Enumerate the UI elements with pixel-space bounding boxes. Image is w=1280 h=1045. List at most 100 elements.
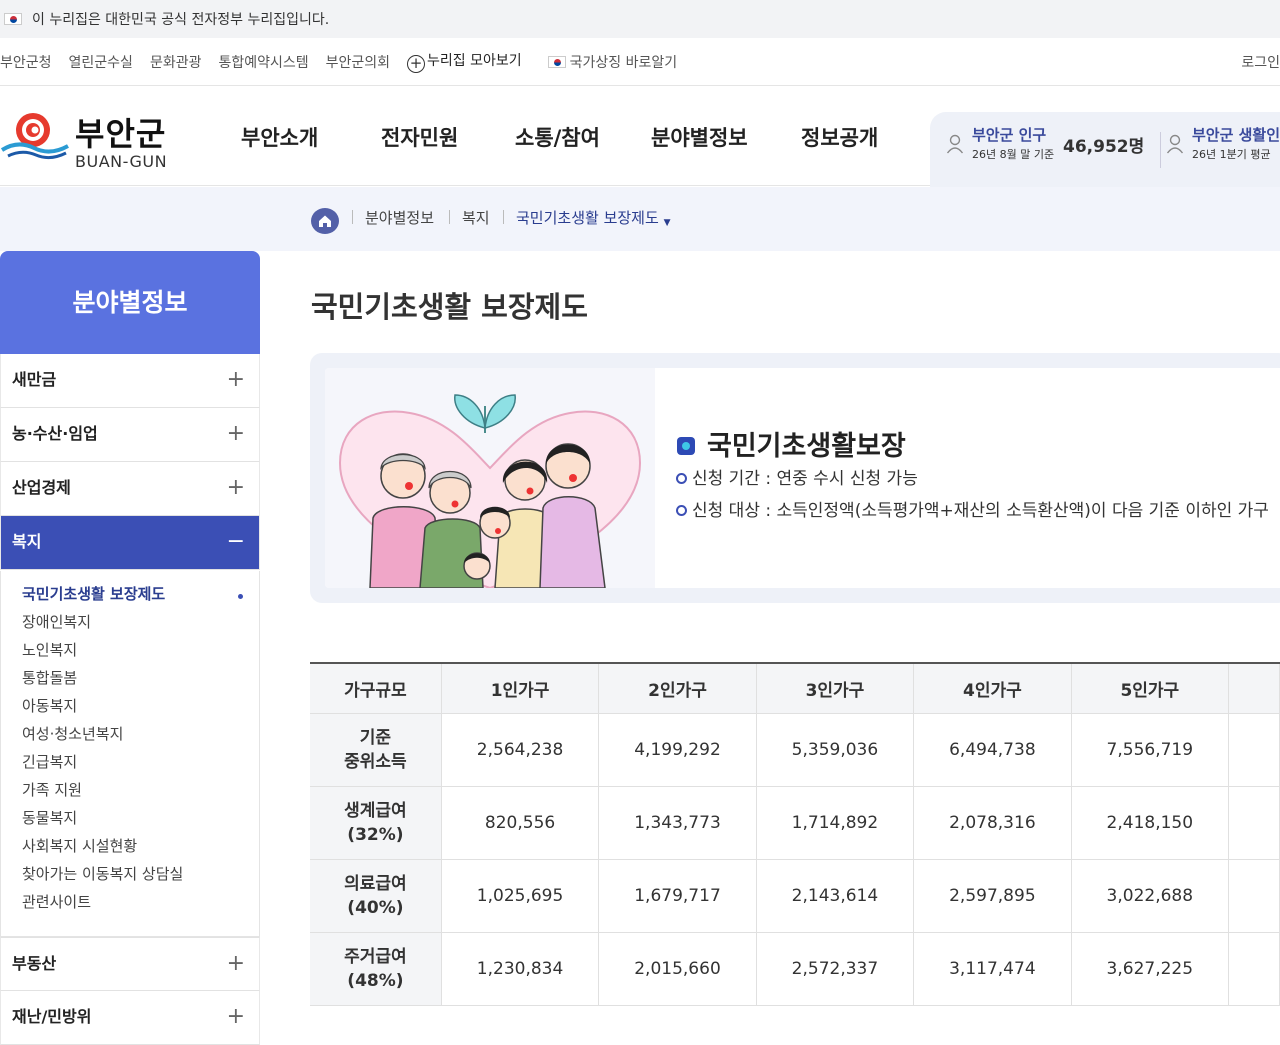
table-cell: 2,572,337 [756,932,915,1006]
gov-banner: 이 누리집은 대한민국 공식 전자정부 누리집입니다. [0,0,1280,38]
population-date: 26년 8월 말 기준 [972,148,1055,161]
row-header: 주거급여 (48%) [310,932,442,1006]
submenu-elderly[interactable]: 노인복지 [1,636,259,664]
breadcrumb-field-info[interactable]: 분야별정보 [365,207,434,228]
submenu-child[interactable]: 아동복지 [1,692,259,720]
breadcrumb-current-label: 국민기초생활 보장제도 [516,209,659,227]
table-cell: 2,418,150 [1071,786,1230,860]
util-link-reservation[interactable]: 통합예약시스템 [218,52,308,72]
plus-icon: + [226,367,245,392]
submenu-related-sites[interactable]: 관련사이트 [1,888,259,916]
breadcrumb-current[interactable]: 국민기초생활 보장제도 ▼ [516,207,670,228]
submenu-basic-livelihood[interactable]: 국민기초생활 보장제도 [1,580,259,608]
gnb-about-buan[interactable]: 부안소개 [241,122,318,152]
row-header-line: 생계급여 [344,800,407,821]
table-cell: 2,597,895 [913,859,1072,933]
page-title: 국민기초생활 보장제도 [311,290,588,324]
person-icon [1166,134,1184,154]
table-cell: 2,143,614 [756,859,915,933]
util-link-county-office[interactable]: 부안군청 [0,52,52,72]
sidebar-item-industry[interactable]: 산업경제 + [0,462,260,516]
submenu-integrated-care[interactable]: 통합돌봄 [1,664,259,692]
breadcrumb: 분야별정보 복지 국민기초생활 보장제도 ▼ [0,187,1280,251]
table-cell: 1,343,773 [598,786,757,860]
table-cell: 7,556,719 [1071,713,1230,787]
table-header-cell: 가구규모 [310,663,442,714]
sidebar-item-label: 새만금 [12,370,57,389]
breadcrumb-welfare[interactable]: 복지 [462,207,490,228]
submenu-mobile-counsel[interactable]: 찾아가는 이동복지 상담실 [1,860,259,888]
table-row: 기준 중위소득 2,564,238 4,199,292 5,359,036 6,4… [310,713,1280,787]
table-cell: 5,359,036 [756,713,915,787]
national-symbol-link[interactable]: 국가상징 바로알기 [547,52,678,72]
gnb-info-disclosure[interactable]: 정보공개 [801,122,878,152]
table-cell: 2,015,660 [598,932,757,1006]
table-row: 생계급여 (32%) 820,556 1,343,773 1,714,892 2,… [310,786,1280,860]
submenu-animal[interactable]: 동물복지 [1,804,259,832]
nuri-collection-label: 누리집 모아보기 [427,53,522,69]
gnb-participation[interactable]: 소통/참여 [515,122,600,152]
logo[interactable]: 부안군 BUAN-GUN [0,102,170,172]
gov-banner-text: 이 누리집은 대한민국 공식 전자정부 누리집입니다. [32,12,330,28]
row-header-line: (32%) [347,824,404,845]
plus-icon: + [226,951,245,976]
home-icon [319,215,331,227]
circle-bullet-icon [676,473,687,484]
row-header: 기준 중위소득 [310,713,442,787]
gnb-field-info[interactable]: 분야별정보 [651,122,748,152]
submenu-women-youth[interactable]: 여성·청소년복지 [1,720,259,748]
util-link-council[interactable]: 부안군의회 [326,52,390,72]
income-criteria-table: 가구규모 1인가구 2인가구 3인가구 4인가구 5인가구 기준 중위소득 2,5… [310,662,1280,1006]
table-header-cell: 2인가구 [598,663,757,714]
table-cell: 2,078,316 [913,786,1072,860]
nuri-collection-link[interactable]: + 누리집 모아보기 [407,50,522,73]
sidebar-item-label: 복지 [12,532,42,551]
sidebar-item-label: 산업경제 [12,478,71,497]
table-cell: 6,494,738 [913,713,1072,787]
table-header-row: 가구규모 1인가구 2인가구 3인가구 4인가구 5인가구 [310,663,1280,714]
buan-emblem-icon [0,113,69,160]
submenu-family[interactable]: 가족 지원 [1,776,259,804]
table-cell: 1,714,892 [756,786,915,860]
login-link[interactable]: 로그인 [1241,52,1280,72]
sidebar-item-agriculture[interactable]: 농·수산·임업 + [0,408,260,462]
util-link-culture-tour[interactable]: 문화관광 [150,52,202,72]
table-cell: 3,627,225 [1071,932,1230,1006]
table-header-cell: 3인가구 [756,663,915,714]
table-cell: 2,564,238 [441,713,600,787]
stats-divider [1160,132,1161,168]
submenu-disability[interactable]: 장애인복지 [1,608,259,636]
sidebar-item-welfare[interactable]: 복지 − [0,516,260,570]
home-button[interactable] [311,208,339,234]
sidebar-item-label: 재난/민방위 [12,1007,92,1026]
sidebar-item-disaster[interactable]: 재난/민방위 + [0,991,260,1045]
table-cell [1228,713,1280,787]
submenu-emergency[interactable]: 긴급복지 [1,748,259,776]
util-link-mayor-office[interactable]: 열린군수실 [69,52,133,72]
plus-icon: + [226,421,245,446]
table-cell: 1,025,695 [441,859,600,933]
person-icon [946,134,964,154]
gnb-e-civil[interactable]: 전자민원 [381,122,458,152]
utility-bar: 부안군청 열린군수실 문화관광 통합예약시스템 부안군의회 + 누리집 모아보기 … [0,38,1280,86]
row-header-line: 의료급여 [344,873,407,894]
korean-flag-icon [4,13,22,25]
table-header-cell: 5인가구 [1071,663,1230,714]
row-header-line: (40%) [347,897,404,918]
row-header-line: (48%) [347,970,404,991]
row-header: 의료급여 (40%) [310,859,442,933]
sidebar-item-label: 농·수산·임업 [12,424,98,443]
table-cell: 1,679,717 [598,859,757,933]
row-header-line: 주거급여 [344,946,407,967]
submenu-facilities[interactable]: 사회복지 시설현황 [1,832,259,860]
row-header: 생계급여 (32%) [310,786,442,860]
table-row: 의료급여 (40%) 1,025,695 1,679,717 2,143,614 … [310,859,1280,933]
national-symbol-label: 국가상징 바로알기 [569,54,678,71]
table-cell: 1,230,834 [441,932,600,1006]
sidebar-item-saemangeum[interactable]: 새만금 + [0,354,260,408]
table-cell [1228,932,1280,1006]
sidebar-item-real-estate[interactable]: 부동산 + [0,937,260,991]
korean-flag-icon [547,55,566,68]
caret-down-icon: ▼ [663,218,671,228]
plus-icon: + [226,475,245,500]
